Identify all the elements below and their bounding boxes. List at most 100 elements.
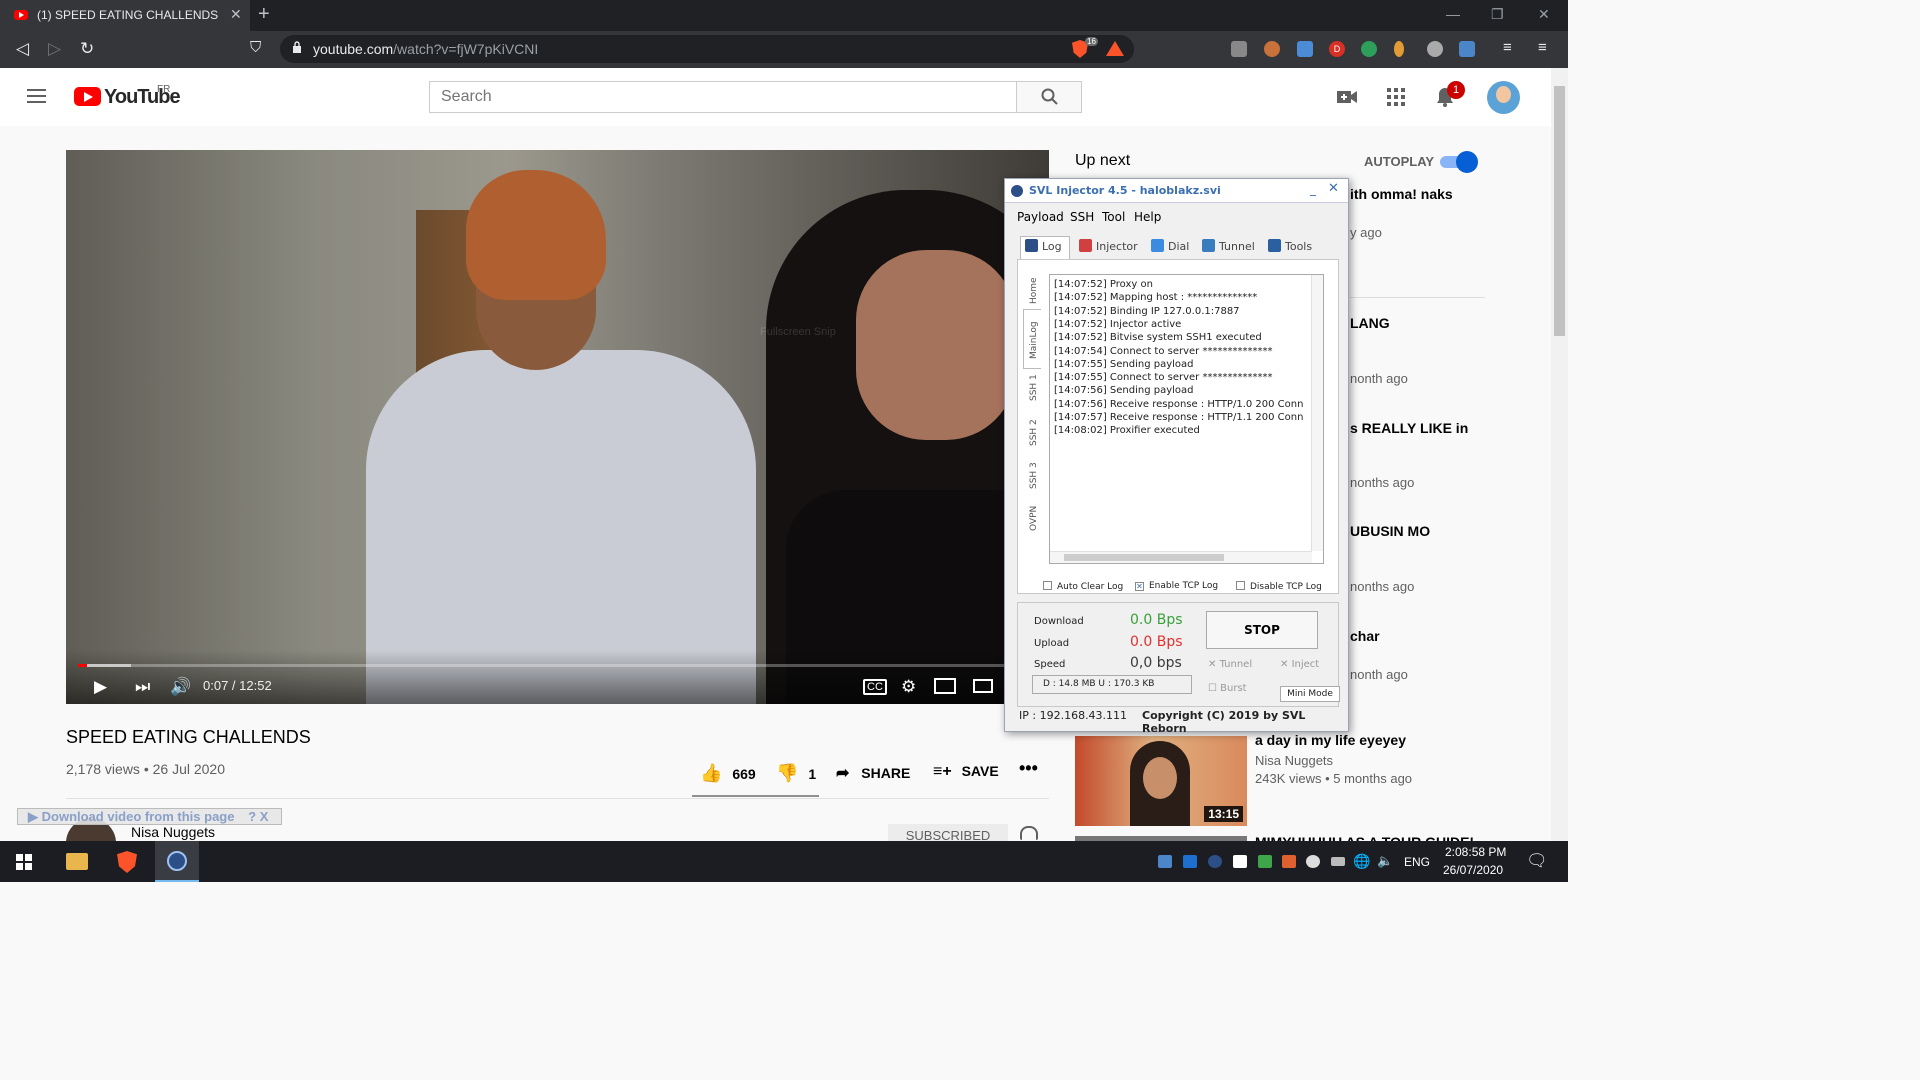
new-tab-icon[interactable]: + <box>258 3 270 26</box>
close-window-icon[interactable]: ✕ <box>1538 6 1550 23</box>
tray-blue-square-icon[interactable] <box>1183 855 1197 868</box>
volume-icon[interactable]: 🔊 <box>170 677 191 697</box>
sidebar-thumbnail[interactable]: 13:15 <box>1075 736 1247 826</box>
vtab-ssh2[interactable]: SSH 2 <box>1029 419 1039 446</box>
restore-window-icon[interactable]: ❐ <box>1491 6 1504 23</box>
clock-time[interactable]: 2:08:58 PM <box>1445 845 1506 859</box>
tray-white-icon[interactable] <box>1306 855 1320 868</box>
extension-green-icon[interactable] <box>1361 41 1377 57</box>
tray-shield-icon[interactable] <box>1233 855 1247 868</box>
next-video-button[interactable]: ⏭ <box>135 677 150 697</box>
svl-close-icon[interactable]: ✕ <box>1328 181 1339 196</box>
youtube-logo-icon[interactable] <box>74 87 101 106</box>
extension-gray-icon[interactable] <box>1427 41 1443 57</box>
file-explorer-icon[interactable] <box>55 841 99 882</box>
tray-orange-icon[interactable] <box>1282 855 1296 868</box>
channel-bell-icon[interactable] <box>1020 826 1038 840</box>
address-bar[interactable]: youtube.com/watch?v=fjW7pKiVCNI 16 <box>280 35 1134 63</box>
mini-mode-button[interactable]: Mini Mode <box>1280 686 1340 702</box>
subscribed-button[interactable]: SUBSCRIBED <box>888 824 1008 843</box>
search-box[interactable] <box>429 81 1017 113</box>
menu-payload[interactable]: Payload <box>1017 210 1064 224</box>
account-avatar[interactable] <box>1487 81 1520 114</box>
captions-icon[interactable]: CC <box>863 679 887 695</box>
menu-help[interactable]: Help <box>1134 210 1161 224</box>
extension-tool-icon[interactable] <box>1297 41 1313 57</box>
log-vertical-scrollbar[interactable] <box>1311 275 1323 551</box>
translate-icon[interactable] <box>1459 41 1475 57</box>
brave-rewards-icon[interactable] <box>1106 41 1124 56</box>
battery-icon[interactable] <box>1331 857 1345 866</box>
tray-green-icon[interactable] <box>1258 855 1272 868</box>
tab-tools[interactable]: Tools <box>1268 239 1312 253</box>
sidebar-item-title[interactable]: ith omma! naks <box>1350 186 1453 202</box>
sidebar-item-title[interactable]: MIMYUUUUU AS A TOUR GUIDE! <box>1255 834 1474 841</box>
tray-cloud-icon[interactable] <box>1158 855 1172 868</box>
browser-tab[interactable]: (1) SPEED EATING CHALLENDS - YouTube ✕ <box>0 0 250 31</box>
menu-icon[interactable] <box>27 89 46 104</box>
extension-d-icon[interactable]: D <box>1329 41 1345 57</box>
inject-option[interactable]: ✕ Inject <box>1280 659 1319 670</box>
miniplayer-icon[interactable] <box>934 678 956 694</box>
vtab-ovpn[interactable]: OVPN <box>1029 506 1039 531</box>
vtab-mainlog[interactable]: MainLog <box>1029 321 1039 359</box>
extension-shield-icon[interactable] <box>1231 41 1247 57</box>
svl-minimize-icon[interactable]: _ <box>1310 182 1316 196</box>
dislike-button[interactable]: 👎 1 <box>776 763 816 784</box>
media-queue-icon[interactable]: ≡ <box>1503 39 1512 56</box>
vtab-home[interactable]: Home <box>1029 277 1039 304</box>
download-help-icon[interactable]: ? <box>248 809 256 824</box>
action-center-icon[interactable]: 🗨 <box>1526 851 1548 871</box>
network-globe-icon[interactable]: 🌐 <box>1353 853 1370 870</box>
log-horizontal-scrollbar[interactable] <box>1050 551 1312 563</box>
sidebar-item-title[interactable]: LANG <box>1350 315 1390 331</box>
menu-ssh[interactable]: SSH <box>1070 210 1094 224</box>
enable-tcp-log-checkbox[interactable]: ✕ Enable TCP Log <box>1135 581 1218 591</box>
disable-tcp-log-checkbox[interactable]: Disable TCP Log <box>1236 581 1322 592</box>
search-input[interactable] <box>430 82 1016 112</box>
create-video-icon[interactable] <box>1336 87 1358 107</box>
vtab-ssh3[interactable]: SSH 3 <box>1029 462 1039 489</box>
sidebar-item-channel[interactable]: Nisa Nuggets <box>1255 753 1333 768</box>
clock-date[interactable]: 26/07/2020 <box>1443 863 1503 877</box>
burst-option[interactable]: ☐ Burst <box>1208 683 1247 694</box>
tunnel-option[interactable]: ✕ Tunnel <box>1208 659 1252 670</box>
share-button[interactable]: ➦ SHARE <box>836 763 910 783</box>
svl-injector-taskbar-icon[interactable] <box>155 841 199 882</box>
sidebar-item-title[interactable]: s REALLY LIKE in <box>1350 420 1468 436</box>
page-scrollbar[interactable] <box>1551 68 1568 841</box>
extension-orange-icon[interactable] <box>1394 41 1404 57</box>
sidebar-item-title[interactable]: char <box>1350 628 1380 644</box>
download-video-bar[interactable]: ▶ Download video from this page ? X <box>17 808 282 825</box>
auto-clear-log-checkbox[interactable]: Auto Clear Log <box>1043 581 1123 592</box>
svl-title-bar[interactable]: SVL Injector 4.5 - haloblakz.svi _ ✕ <box>1005 179 1348 203</box>
sidebar-item-title[interactable]: UBUSIN MO <box>1350 523 1430 539</box>
like-button[interactable]: 👍 669 <box>700 763 756 784</box>
menu-tool[interactable]: Tool <box>1102 210 1125 224</box>
stop-button[interactable]: STOP <box>1206 611 1318 649</box>
extension-cookie-icon[interactable] <box>1264 41 1280 57</box>
scrollbar-thumb[interactable] <box>1554 86 1565 336</box>
vtab-ssh1[interactable]: SSH 1 <box>1029 374 1039 401</box>
theater-mode-icon[interactable] <box>973 679 993 693</box>
bookmark-icon[interactable]: ⛉ <box>250 39 261 56</box>
search-button[interactable] <box>1016 81 1082 113</box>
save-button[interactable]: ≡+ SAVE <box>933 763 999 781</box>
browser-menu-icon[interactable]: ≡ <box>1538 39 1547 56</box>
play-button[interactable]: ▶ <box>94 677 107 697</box>
volume-tray-icon[interactable]: 🔈 <box>1377 853 1393 869</box>
brave-browser-icon[interactable] <box>105 841 149 882</box>
settings-gear-icon[interactable]: ⚙ <box>901 677 916 697</box>
download-close-icon[interactable]: X <box>260 809 269 824</box>
minimize-window-icon[interactable]: — <box>1446 6 1460 22</box>
input-language[interactable]: ENG <box>1404 855 1430 869</box>
more-actions-icon[interactable]: ••• <box>1019 758 1038 779</box>
apps-grid-icon[interactable] <box>1385 87 1407 107</box>
video-player[interactable]: Fullscreen Snip ▶ ⏭ 🔊 0:07 / 12:52 CC ⚙ <box>66 150 1049 704</box>
tab-log[interactable]: Log <box>1025 239 1062 253</box>
autoplay-toggle[interactable] <box>1440 151 1478 173</box>
channel-name[interactable]: Nisa Nuggets <box>131 824 215 840</box>
reload-icon[interactable]: ↻ <box>80 39 94 59</box>
forward-icon[interactable]: ▷ <box>48 39 61 59</box>
log-textarea[interactable]: [14:07:52] Proxy on [14:07:52] Mapping ho… <box>1049 274 1324 564</box>
